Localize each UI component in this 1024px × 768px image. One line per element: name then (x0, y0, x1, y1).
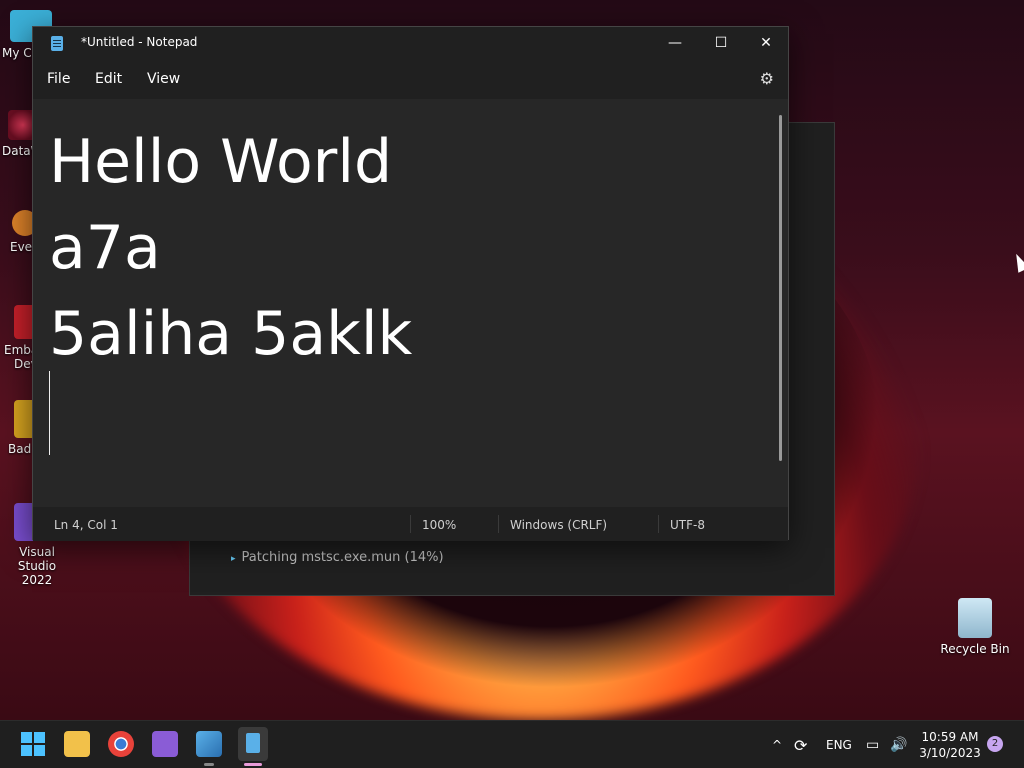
status-bullet-icon: ▸ (231, 554, 236, 564)
notification-badge[interactable]: 2 (987, 736, 1003, 752)
network-button[interactable]: ▭ (866, 721, 879, 768)
menu-edit[interactable]: Edit (95, 71, 122, 87)
minimize-button[interactable]: — (652, 27, 698, 59)
text-editor[interactable]: Hello World a7a 5aliha 5aklk (33, 99, 788, 507)
windows-logo-icon (21, 732, 45, 756)
clock-time: 10:59 AM (921, 730, 979, 744)
status-divider (410, 515, 411, 533)
taskbar: ^ ⟳ ENG ▭ 🔊 10:59 AM 3/10/2023 (0, 720, 1024, 768)
text-caret (49, 371, 50, 455)
text-line: a7a (49, 213, 161, 283)
notification-count: 2 (991, 738, 999, 749)
line-ending[interactable]: Windows (CRLF) (510, 518, 607, 532)
notepad-icon (246, 733, 260, 753)
maximize-icon: ☐ (714, 35, 728, 51)
status-divider (498, 515, 499, 533)
window-title: *Untitled - Notepad (81, 35, 198, 49)
text-line: 5aliha 5aklk (49, 299, 413, 369)
desktop-icon-label: 2022 (21, 573, 53, 587)
running-indicator (204, 763, 214, 766)
notepad-icon (51, 36, 63, 51)
sync-icon: ⟳ (794, 735, 808, 755)
active-indicator (244, 763, 262, 766)
vertical-scrollbar[interactable] (779, 115, 782, 461)
desktop-icon-label: Visual Studio (17, 545, 57, 573)
close-button[interactable]: ✕ (743, 27, 789, 59)
menu-view[interactable]: View (147, 71, 180, 87)
clock-button[interactable]: 10:59 AM 3/10/2023 (918, 729, 982, 761)
recycle-bin-icon (958, 598, 992, 638)
desktop-icon-label: Recycle Bin (940, 642, 1010, 656)
visual-studio-button[interactable] (152, 731, 178, 757)
sync-status-button[interactable]: ⟳ (794, 721, 807, 768)
notepad-taskbar-button[interactable] (238, 727, 268, 761)
status-bar: Ln 4, Col 1 100% Windows (CRLF) UTF-8 (33, 507, 788, 541)
patch-status-text: Patching mstsc.exe.mun (14%) (241, 550, 444, 565)
title-bar[interactable]: *Untitled - Notepad — ☐ ✕ (33, 27, 788, 59)
clock-date: 3/10/2023 (919, 746, 981, 760)
menu-bar: File Edit View ⚙ (33, 59, 788, 99)
notepad-window[interactable]: *Untitled - Notepad — ☐ ✕ File Edit View… (32, 26, 789, 541)
encoding[interactable]: UTF-8 (670, 518, 705, 532)
volume-button[interactable]: 🔊 (890, 721, 907, 768)
volume-icon: 🔊 (890, 737, 908, 753)
menu-file[interactable]: File (47, 71, 70, 87)
close-icon: ✕ (760, 35, 772, 51)
language-button[interactable]: ENG (826, 721, 852, 768)
patch-status: ▸ Patching mstsc.exe.mun (14%) (231, 550, 444, 565)
language-label: ENG (826, 738, 852, 752)
tray-chevron-button[interactable]: ^ (772, 721, 782, 768)
status-divider (658, 515, 659, 533)
gear-icon: ⚙ (759, 69, 774, 88)
installer-button[interactable] (196, 731, 222, 757)
text-line: Hello World (49, 127, 393, 197)
minimize-icon: — (668, 35, 682, 51)
chrome-button[interactable] (108, 731, 134, 757)
settings-button[interactable]: ⚙ (760, 69, 774, 88)
network-icon: ▭ (866, 737, 880, 753)
cursor-position: Ln 4, Col 1 (54, 518, 118, 532)
maximize-button[interactable]: ☐ (698, 27, 744, 59)
desktop-icon-recycle-bin[interactable]: Recycle Bin (940, 598, 1010, 656)
chevron-up-icon: ^ (772, 738, 783, 752)
file-explorer-button[interactable] (64, 731, 90, 757)
zoom-level[interactable]: 100% (422, 518, 456, 532)
start-button[interactable] (20, 731, 46, 757)
